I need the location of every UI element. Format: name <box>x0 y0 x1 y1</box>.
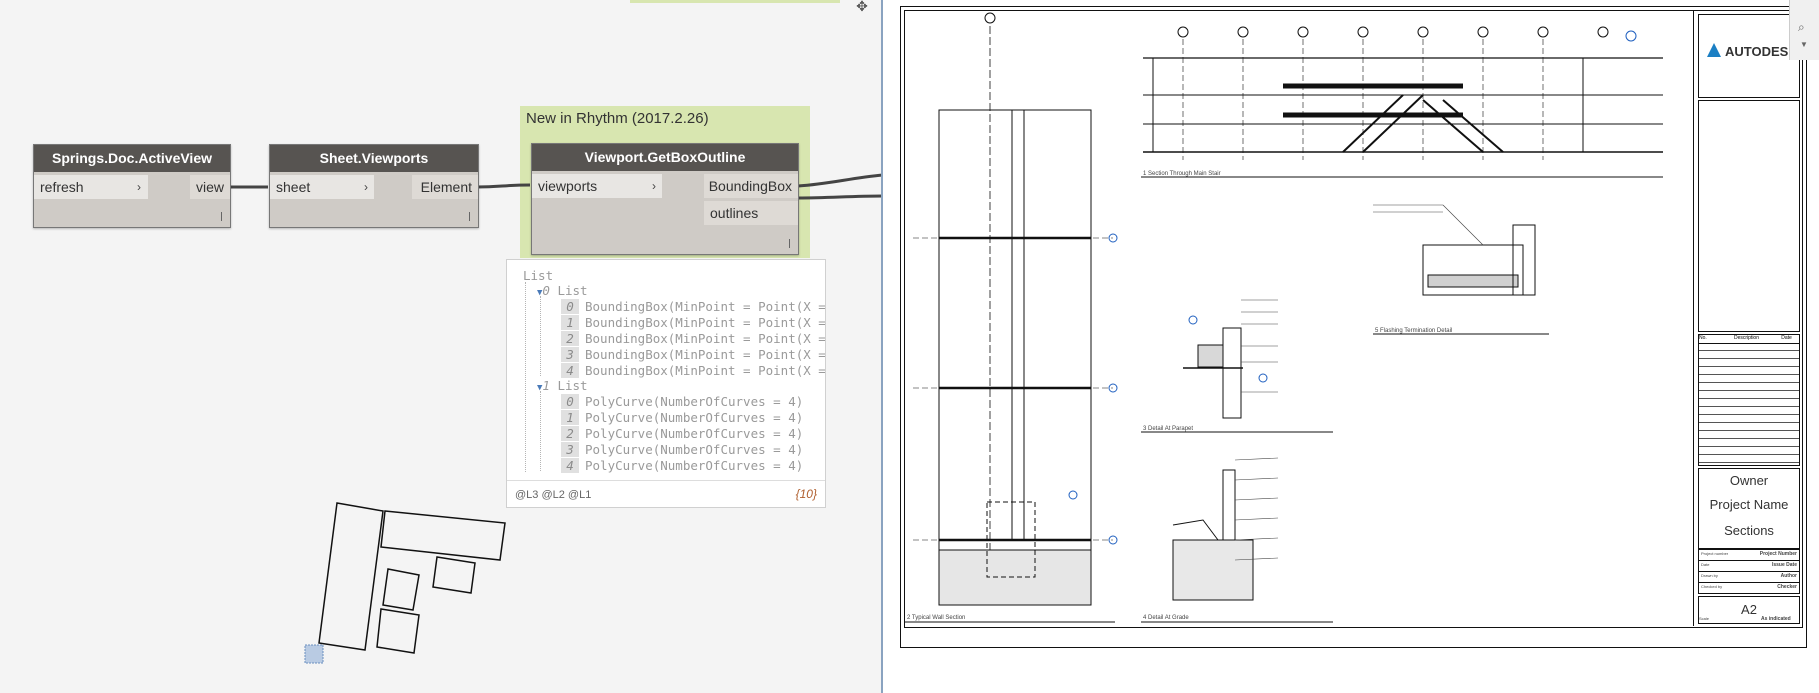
list-item: 2 BoundingBox(MinPoint = Point(X = 3 <box>561 331 825 346</box>
port-label: view <box>195 179 224 195</box>
sheet-drawings <box>905 12 1663 623</box>
view-title-grade[interactable]: 4 Detail At Grade <box>1143 615 1189 621</box>
wire-boundingbox-out <box>797 173 883 188</box>
autodesk-logo-icon <box>1707 43 1721 57</box>
wire-outlines-out <box>797 194 883 200</box>
port-label: viewports <box>538 178 598 194</box>
node-title: Viewport.GetBoxOutline <box>532 144 798 171</box>
list-item: 1 PolyCurve(NumberOfCurves = 4) <box>561 410 803 425</box>
list-item: 0 BoundingBox(MinPoint = Point(X = 3 <box>561 299 825 314</box>
list-levels: @L3 @L2 @L1 <box>515 489 592 501</box>
revision-header: No. Description Date <box>1699 335 1799 344</box>
output-port-element[interactable]: Element <box>412 175 478 199</box>
tree-guide <box>525 282 527 472</box>
chevron-right-icon: › <box>364 180 368 194</box>
scale-value: As indicated <box>1761 616 1791 622</box>
chevron-right-icon: › <box>652 179 656 193</box>
annotation-leaders <box>1234 204 1484 561</box>
input-port-refresh[interactable]: refresh › <box>34 175 148 199</box>
node-title: Sheet.Viewports <box>270 145 478 172</box>
watch-preview-bubble[interactable]: List ▼0 List 0 BoundingBox(MinPoint = Poi… <box>506 259 826 508</box>
port-label: outlines <box>710 205 759 221</box>
chevron-right-icon: › <box>137 180 141 194</box>
list-item: 3 PolyCurve(NumberOfCurves = 4) <box>561 442 803 457</box>
list-item: 0 PolyCurve(NumberOfCurves = 4) <box>561 394 803 409</box>
brand-area: AUTODESK <box>1698 14 1800 98</box>
sheet-name-label: Sections <box>1724 523 1774 538</box>
grade-detail-drawing <box>1141 469 1333 623</box>
owner-label: Owner <box>1729 473 1769 488</box>
view-title-wall-section[interactable]: 2 Typical Wall Section <box>907 615 965 621</box>
node-sheet-viewports[interactable]: Sheet.Viewports sheet › Element <box>269 144 479 228</box>
scale-label: Scale <box>1699 616 1710 621</box>
output-port-boundingbox[interactable]: BoundingBox <box>704 174 798 198</box>
preview-footer: @L3 @L2 @L1 {10} <box>507 480 825 507</box>
background-3d-preview <box>304 502 506 664</box>
port-label: Element <box>420 179 472 195</box>
list-item: 4 PolyCurve(NumberOfCurves = 4) <box>561 458 803 473</box>
main-section-drawing <box>1141 26 1663 178</box>
node-resize-handle[interactable] <box>221 212 222 221</box>
project-fields: Project number Project Number Date Issue D… <box>1698 548 1800 594</box>
node-springs-active-view[interactable]: Springs.Doc.ActiveView refresh › view <box>33 144 231 228</box>
list-item: 4 BoundingBox(MinPoint = Point(X = 6 <box>561 363 825 378</box>
field-row: Checked by Checker <box>1701 584 1797 590</box>
tree-root: List <box>523 268 554 283</box>
navigation-bar[interactable]: ⌕ ▼ <box>1789 0 1819 60</box>
port-label: BoundingBox <box>708 178 792 194</box>
revit-sheet-view[interactable]: 1 Section Through Main Stair 2 Typical W… <box>883 0 1819 693</box>
view-title-flashing[interactable]: 5 Flashing Termination Detail <box>1375 328 1452 334</box>
list-item: 2 PolyCurve(NumberOfCurves = 4) <box>561 426 803 441</box>
node-title: Springs.Doc.ActiveView <box>34 145 230 172</box>
dynamo-canvas[interactable]: ✥ New in Rhythm (2017.2.26) Springs.Doc.… <box>0 0 883 693</box>
list-item: 1 BoundingBox(MinPoint = Point(X = 4 <box>561 315 825 330</box>
port-label: refresh <box>40 179 84 195</box>
item-count: {10} <box>795 487 817 501</box>
tree-node-list-0[interactable]: ▼0 List <box>537 283 588 298</box>
zoom-icon[interactable]: ⌕ <box>1798 20 1805 35</box>
list-item: 3 BoundingBox(MinPoint = Point(X = 3 <box>561 347 825 362</box>
chevron-down-icon[interactable]: ▼ <box>1800 40 1808 49</box>
flashing-detail-drawing <box>1373 224 1549 335</box>
input-port-viewports[interactable]: viewports › <box>532 174 662 198</box>
wire-element-viewports <box>476 183 531 189</box>
project-info: Owner Project Name Sections <box>1698 468 1800 550</box>
brand-name: AUTODESK <box>1725 44 1798 59</box>
port-label: sheet <box>276 179 311 195</box>
view-title-main-section[interactable]: 1 Section Through Main Stair <box>1143 171 1221 177</box>
tree-guide <box>540 391 542 471</box>
tree-node-list-1[interactable]: ▼1 List <box>537 378 588 393</box>
tree-guide <box>540 296 542 376</box>
project-name-label: Project Name <box>1709 497 1789 512</box>
consultants-area <box>1698 100 1800 332</box>
title-block: AUTODESK No. Description Date Owner Proj… <box>1693 10 1802 626</box>
wall-section-drawing <box>905 12 1118 623</box>
output-port-outlines[interactable]: outlines <box>704 201 798 225</box>
revision-table: No. Description Date <box>1698 334 1800 466</box>
node-resize-handle[interactable] <box>789 239 790 248</box>
output-port-view[interactable]: view <box>190 175 230 199</box>
view-title-parapet[interactable]: 3 Detail At Parapet <box>1143 426 1193 432</box>
input-port-sheet[interactable]: sheet › <box>270 175 374 199</box>
node-viewport-get-box-outline[interactable]: Viewport.GetBoxOutline viewports › Bound… <box>531 143 799 255</box>
parapet-detail-drawing <box>1141 315 1333 433</box>
node-resize-handle[interactable] <box>469 212 470 221</box>
sheet-number: A2 <box>1741 602 1757 617</box>
